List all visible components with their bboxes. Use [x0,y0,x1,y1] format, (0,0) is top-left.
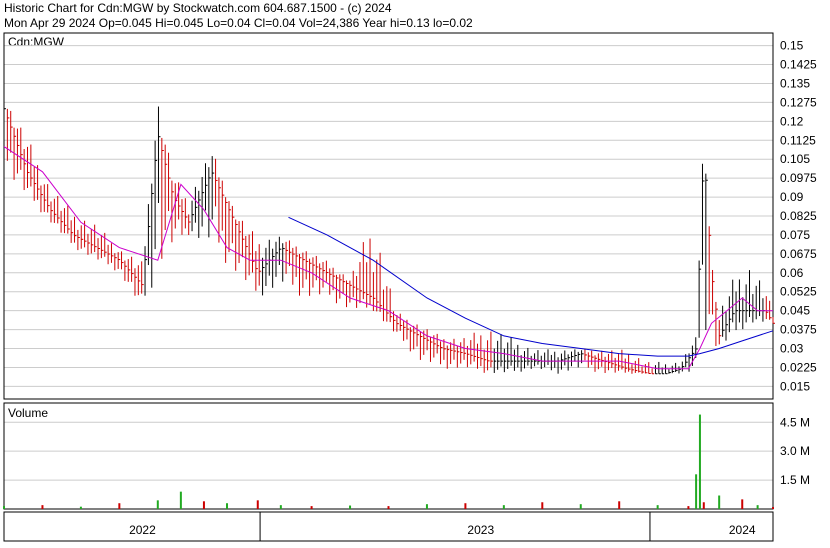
volume-bar [579,504,582,509]
volume-bar [3,506,5,509]
volume-bar [118,503,121,509]
year-label: 2024 [729,523,756,537]
volume-bar [279,505,282,509]
chart-root: Historic Chart for Cdn:MGW by Stockwatch… [0,0,830,543]
year-label: 2023 [467,523,494,537]
price-tick-label: 0.0375 [780,323,817,337]
symbol-label: Cdn:MGW [8,35,65,49]
volume-bar [695,474,698,509]
price-tick-label: 0.1425 [780,58,817,72]
price-tick-label: 0.075 [780,228,810,242]
price-tick-label: 0.0525 [780,285,817,299]
volume-bar [741,499,744,509]
volume-bar [387,506,390,509]
volume-bar [464,503,467,509]
volume-bar [772,507,774,509]
price-tick-label: 0.0225 [780,360,817,374]
price-tick-label: 0.15 [780,39,804,53]
price-tick-label: 0.135 [780,76,810,90]
volume-bar [618,501,621,509]
volume-bar [179,491,182,509]
year-label: 2022 [129,523,156,537]
volume-bar [156,500,159,509]
volume-bar [702,502,705,509]
volume-bar [687,506,690,509]
volume-bar [656,505,659,509]
price-tick-label: 0.045 [780,304,810,318]
volume-bar [256,500,259,509]
volume-bar [226,503,229,509]
stock-chart: Historic Chart for Cdn:MGW by Stockwatch… [0,0,830,543]
price-tick-label: 0.0825 [780,209,817,223]
volume-bar [310,506,313,509]
volume-bar [79,506,82,509]
price-tick-label: 0.09 [780,190,804,204]
volume-bar [41,505,44,509]
volume-tick-label: 3.0 M [780,444,810,458]
price-tick-label: 0.03 [780,342,804,356]
price-tick-label: 0.015 [780,379,810,393]
price-tick-label: 0.1275 [780,95,817,109]
price-tick-label: 0.0675 [780,247,817,261]
volume-bar [541,502,544,509]
volume-bar [756,505,759,509]
price-tick-label: 0.1125 [780,133,816,147]
volume-bar [502,505,505,509]
volume-label: Volume [8,406,48,420]
header-line-2: Mon Apr 29 2024 Op=0.045 Hi=0.045 Lo=0.0… [4,16,473,30]
volume-tick-label: 1.5 M [780,473,810,487]
price-tick-label: 0.06 [780,266,804,280]
price-tick-label: 0.12 [780,114,804,128]
volume-tick-label: 4.5 M [780,415,810,429]
volume-bar [718,495,721,509]
volume-bar [202,501,205,509]
volume-bar [349,505,352,509]
header-line-1: Historic Chart for Cdn:MGW by Stockwatch… [4,1,392,15]
price-tick-label: 0.105 [780,152,810,166]
volume-bar [425,504,428,509]
price-tick-label: 0.0975 [780,171,817,185]
volume-bar [698,414,701,509]
